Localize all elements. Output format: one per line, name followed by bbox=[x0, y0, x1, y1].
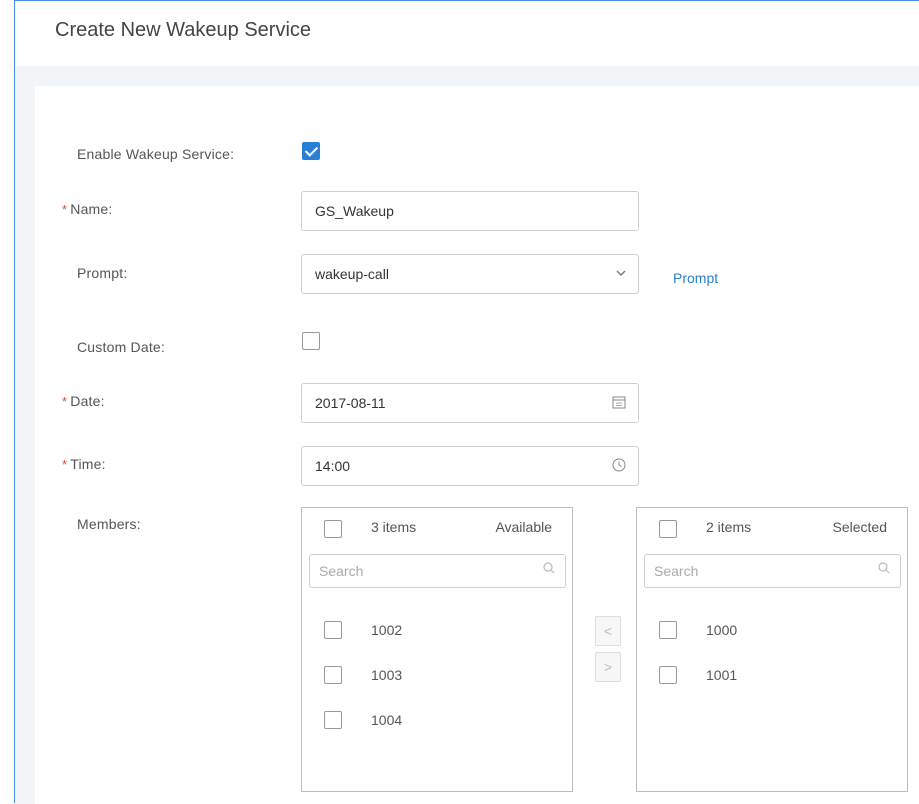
item-checkbox[interactable] bbox=[324, 621, 342, 639]
form-body: Enable Wakeup Service: * Name: GS_Wakeup … bbox=[35, 86, 919, 803]
name-label: * Name: bbox=[62, 201, 113, 217]
move-right-button[interactable]: > bbox=[595, 652, 621, 682]
dialog: Create New Wakeup Service Enable Wakeup … bbox=[14, 0, 919, 804]
item-checkbox[interactable] bbox=[324, 666, 342, 684]
item-checkbox[interactable] bbox=[659, 621, 677, 639]
date-input[interactable]: 2017-08-11 bbox=[301, 383, 639, 423]
search-icon bbox=[543, 561, 555, 577]
list-item[interactable]: 1001 bbox=[637, 655, 907, 695]
selected-count: 2 items bbox=[706, 519, 752, 535]
item-checkbox[interactable] bbox=[324, 711, 342, 729]
prompt-label: Prompt: bbox=[77, 265, 128, 281]
clock-icon[interactable] bbox=[612, 458, 626, 475]
time-label: * Time: bbox=[62, 456, 106, 472]
page-title: Create New Wakeup Service bbox=[15, 1, 919, 66]
date-label: * Date: bbox=[62, 393, 105, 409]
search-icon bbox=[878, 561, 890, 577]
selected-title: Selected bbox=[832, 519, 887, 535]
custom-date-checkbox[interactable] bbox=[302, 332, 320, 350]
enable-label: Enable Wakeup Service: bbox=[77, 146, 235, 162]
available-search-input[interactable]: Search bbox=[309, 554, 566, 588]
available-select-all[interactable] bbox=[324, 520, 342, 538]
enable-row: Enable Wakeup Service: bbox=[35, 136, 915, 174]
selected-list: 2 items Selected Search 1000 1001 bbox=[636, 507, 908, 792]
header-divider bbox=[15, 66, 919, 86]
side-strip bbox=[15, 86, 35, 804]
list-item[interactable]: 1002 bbox=[302, 610, 572, 650]
custom-date-label: Custom Date: bbox=[77, 339, 165, 355]
list-item[interactable]: 1000 bbox=[637, 610, 907, 650]
selected-search-input[interactable]: Search bbox=[644, 554, 901, 588]
custom-date-row: Custom Date: bbox=[35, 329, 915, 367]
move-left-button[interactable]: < bbox=[595, 616, 621, 646]
available-count: 3 items bbox=[371, 519, 417, 535]
available-header: 3 items Available bbox=[302, 508, 572, 548]
required-mark: * bbox=[62, 202, 68, 217]
chevron-down-icon bbox=[616, 266, 626, 281]
selected-select-all[interactable] bbox=[659, 520, 677, 538]
time-input[interactable]: 14:00 bbox=[301, 446, 639, 486]
calendar-icon[interactable] bbox=[612, 395, 626, 412]
enable-checkbox[interactable] bbox=[302, 142, 320, 160]
item-checkbox[interactable] bbox=[659, 666, 677, 684]
prompt-link[interactable]: Prompt bbox=[673, 270, 718, 286]
name-input[interactable]: GS_Wakeup bbox=[301, 191, 639, 231]
prompt-select[interactable]: wakeup-call bbox=[301, 254, 639, 294]
list-item[interactable]: 1003 bbox=[302, 655, 572, 695]
selected-header: 2 items Selected bbox=[637, 508, 907, 548]
members-label: Members: bbox=[77, 516, 141, 532]
available-title: Available bbox=[495, 519, 552, 535]
list-item[interactable]: 1004 bbox=[302, 700, 572, 740]
available-list: 3 items Available Search 1002 1003 1004 bbox=[301, 507, 573, 792]
